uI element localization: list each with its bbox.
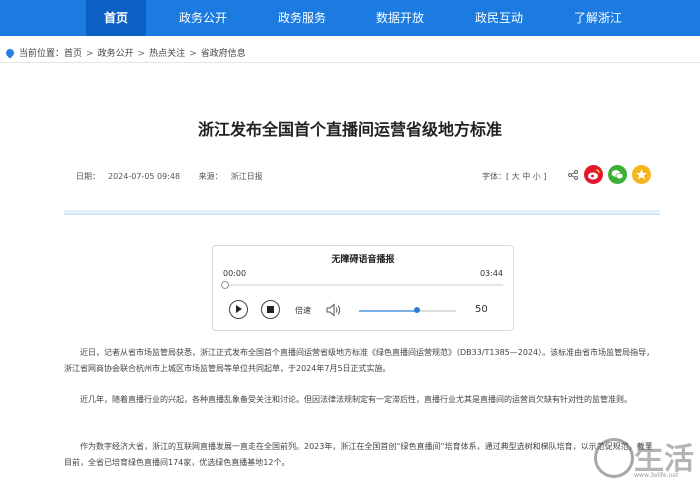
speed-button[interactable]: 倍速: [295, 305, 311, 316]
favorite-icon[interactable]: [632, 165, 651, 184]
nav-item-gov-affairs[interactable]: 政务公开: [169, 0, 237, 36]
font-size-control: 字体：[ 大 中 小 ]: [482, 171, 546, 182]
source-label: 来源：: [198, 172, 223, 181]
nav-item-home[interactable]: 首页: [86, 0, 146, 36]
font-size-bracket-open: [: [506, 172, 510, 181]
player-title: 无障碍语音播报: [331, 255, 395, 265]
article-meta: 日期： 2024-07-05 09:48 来源： 浙江日报: [76, 171, 279, 182]
font-size-label: 字体：: [482, 172, 506, 181]
breadcrumb-item-provincial-info[interactable]: 省政府信息: [201, 49, 246, 59]
font-size-large[interactable]: 大: [512, 172, 520, 181]
play-button[interactable]: [229, 300, 248, 319]
breadcrumb: 当前位置：首页 > 政务公开 > 热点关注 > 省政府信息: [4, 46, 246, 59]
article-paragraph: 作为数字经济大省，浙江的互联网直播发展一直走在全国前列。2023年，浙江在全国首…: [64, 442, 653, 467]
breadcrumb-separator: >: [189, 49, 197, 59]
stop-button[interactable]: [261, 300, 280, 319]
current-time: 00:00: [223, 269, 247, 278]
date-value: 2024-07-05 09:48: [108, 172, 181, 181]
header-divider: [64, 210, 660, 215]
font-size-bracket-close: ]: [543, 172, 547, 181]
nav-item-open-data[interactable]: 数据开放: [366, 0, 434, 36]
breadcrumb-separator: >: [137, 49, 146, 59]
play-icon: [236, 305, 242, 313]
volume-fill: [359, 310, 417, 312]
share-icon[interactable]: [568, 170, 578, 183]
date-field: 日期： 2024-07-05 09:48: [76, 172, 188, 181]
audio-player: 无障碍语音播报 00:00 03:44 倍速 50: [212, 245, 514, 331]
breadcrumb-item-home[interactable]: 首页: [64, 49, 82, 59]
breadcrumb-separator: >: [86, 49, 94, 59]
progress-handle[interactable]: [221, 281, 229, 289]
source-value: 浙江日报: [230, 172, 263, 181]
font-size-medium[interactable]: 中: [522, 172, 530, 181]
nav-item-about-zhejiang[interactable]: 了解浙江: [564, 0, 632, 36]
article-paragraph: 近日，记者从省市场监管局获悉，浙江正式发布全国首个直播间运营省级地方标准《绿色直…: [64, 348, 655, 373]
article-title: 浙江发布全国首个直播间运营省级地方标准: [197, 120, 502, 139]
watermark-logo-icon: [594, 438, 634, 478]
weibo-icon[interactable]: [584, 165, 603, 184]
progress-track[interactable]: [223, 284, 503, 286]
watermark: 生活 www.3elife.net: [594, 432, 700, 479]
nav-item-gov-services[interactable]: 政务服务: [268, 0, 336, 36]
volume-handle[interactable]: [414, 307, 420, 313]
volume-slider[interactable]: [359, 307, 456, 313]
location-pin-icon: [4, 47, 16, 59]
article-paragraph: 近几年，随着直播行业的兴起，各种直播乱象备受关注和讨论。但因法律法规制定有一定滞…: [80, 395, 632, 404]
font-size-small[interactable]: 小: [533, 172, 541, 181]
breadcrumb-item-gov-affairs[interactable]: 政务公开: [98, 49, 134, 59]
source-field: 来源： 浙江日报: [199, 172, 271, 181]
volume-value: 50: [475, 304, 488, 315]
duration: 03:44: [479, 269, 503, 278]
date-label: 日期：: [76, 172, 100, 181]
top-nav: 首页 政务公开 政务服务 数据开放 政民互动 了解浙江: [0, 0, 700, 36]
wechat-icon[interactable]: [608, 165, 627, 184]
breadcrumb-divider: [0, 62, 700, 63]
volume-icon[interactable]: [326, 302, 342, 317]
stop-icon: [267, 306, 274, 313]
breadcrumb-prefix: 当前位置：: [19, 49, 65, 59]
nav-item-interaction[interactable]: 政民互动: [465, 0, 533, 36]
breadcrumb-item-hot-topics[interactable]: 热点关注: [149, 49, 185, 59]
